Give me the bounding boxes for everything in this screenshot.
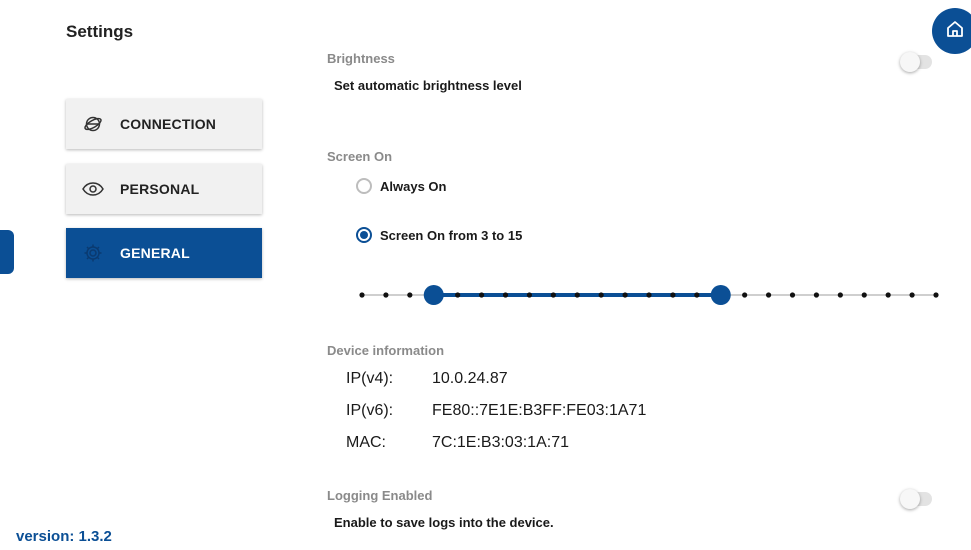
slider-tick <box>383 292 389 298</box>
slider-tick <box>622 292 628 298</box>
slider-tick <box>598 292 604 298</box>
nav-personal-label: PERSONAL <box>120 181 200 197</box>
brightness-toggle[interactable] <box>900 52 932 72</box>
slider-tick <box>742 292 748 298</box>
brightness-label: Brightness <box>327 51 395 66</box>
always-on-option[interactable]: Always On <box>356 178 446 194</box>
scheduled-option[interactable]: Screen On from 3 to 15 <box>356 227 522 243</box>
page-title: Settings <box>66 22 134 41</box>
ipv6-value: FE80::7E1E:B3FF:FE03:1A71 <box>432 402 647 419</box>
home-button[interactable] <box>932 8 971 54</box>
slider-tick <box>933 292 939 298</box>
nav-general-button[interactable]: GENERAL <box>66 228 262 278</box>
slider-tick <box>478 292 485 298</box>
slider-tick <box>789 292 796 298</box>
brightness-description: Set automatic brightness level <box>334 78 522 93</box>
slider-tick <box>359 292 365 298</box>
always-on-radio[interactable] <box>356 178 372 194</box>
scheduled-radio[interactable] <box>356 227 372 243</box>
slider-tick <box>550 292 556 298</box>
slider-tick <box>885 292 891 298</box>
slider-start-handle[interactable] <box>423 285 444 305</box>
nav-connection-label: CONNECTION <box>120 116 217 132</box>
screen-on-label: Screen On <box>327 149 393 164</box>
ipv6-key: IP(v6): <box>346 402 394 419</box>
nav-connection-button[interactable]: CONNECTION <box>66 99 262 149</box>
sidebar-edge-tab[interactable] <box>0 230 14 274</box>
device-info-label: Device information <box>327 343 445 358</box>
slider-tick <box>765 292 772 298</box>
logging-toggle[interactable] <box>900 489 932 509</box>
slider-tick <box>670 292 676 298</box>
logging-description: Enable to save logs into the device. <box>334 515 554 530</box>
ipv4-key: IP(v4): <box>346 370 394 387</box>
slider-end-handle[interactable] <box>710 285 731 305</box>
gear-icon <box>82 242 104 264</box>
app-version: version: 1.3.2 <box>16 528 112 545</box>
ipv4-value: 10.0.24.87 <box>432 370 508 387</box>
slider-tick <box>407 292 413 298</box>
mac-value: 7C:1E:B3:03:1A:71 <box>432 434 569 451</box>
eye-icon <box>82 178 104 200</box>
slider-tick <box>694 292 700 298</box>
slider-tick <box>813 292 820 298</box>
always-on-label: Always On <box>380 178 447 194</box>
slider-tick <box>861 292 867 298</box>
globe-network-icon <box>82 113 104 135</box>
nav-general-label: GENERAL <box>120 245 190 261</box>
slider-tick <box>574 292 580 298</box>
logging-label: Logging Enabled <box>327 488 433 503</box>
mac-key: MAC: <box>346 434 386 451</box>
slider-tick <box>646 292 652 298</box>
toggle-knob <box>900 52 920 72</box>
slider-tick <box>837 292 843 298</box>
toggle-knob <box>900 489 920 509</box>
screen-on-range-slider[interactable] <box>358 284 940 306</box>
slider-tick <box>909 292 915 298</box>
slider-tick <box>526 292 533 298</box>
home-icon <box>945 19 965 44</box>
scheduled-label: Screen On from 3 to 15 <box>380 227 523 243</box>
slider-tick <box>502 292 509 298</box>
nav-personal-button[interactable]: PERSONAL <box>66 164 262 214</box>
slider-tick <box>455 292 461 298</box>
